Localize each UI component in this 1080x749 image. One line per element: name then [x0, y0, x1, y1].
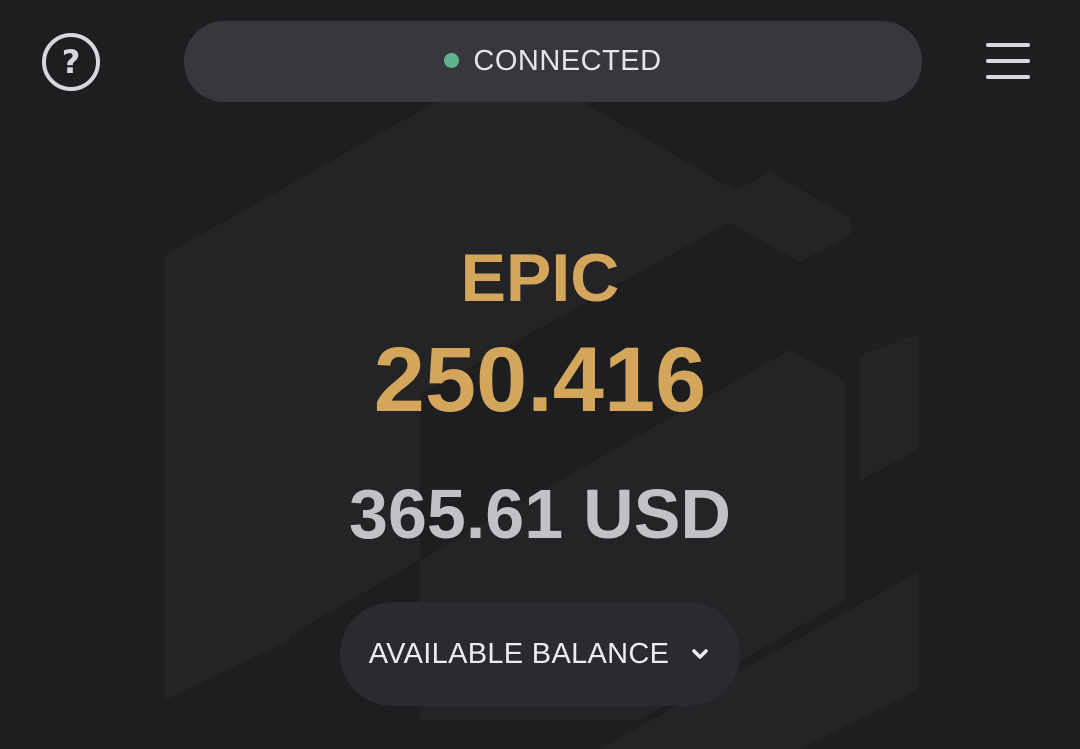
connection-status-pill: CONNECTED: [184, 21, 922, 102]
question-circle-icon: ?: [61, 42, 81, 81]
hamburger-line: [986, 59, 1030, 63]
help-button[interactable]: ?: [42, 33, 100, 91]
status-indicator-dot: [444, 53, 460, 68]
fiat-amount: 365.61: [349, 475, 564, 553]
balance-type-dropdown[interactable]: AVAILABLE BALANCE: [340, 602, 740, 706]
connection-status-label: CONNECTED: [473, 45, 662, 77]
fiat-currency: USD: [583, 475, 731, 553]
currency-ticker: EPIC: [460, 240, 620, 316]
fiat-balance: 365.61 USD: [0, 472, 1080, 556]
wallet-screen: ? CONNECTED EPIC 250.416 365.61 USD AVAIL…: [0, 0, 1080, 749]
hamburger-line: [986, 75, 1030, 79]
hamburger-menu-icon: [986, 43, 1030, 47]
chevron-down-icon: [692, 649, 709, 659]
crypto-balance-amount: 250.416: [373, 329, 707, 431]
balance-type-label: AVAILABLE BALANCE: [368, 637, 670, 670]
menu-button[interactable]: [986, 43, 1030, 79]
